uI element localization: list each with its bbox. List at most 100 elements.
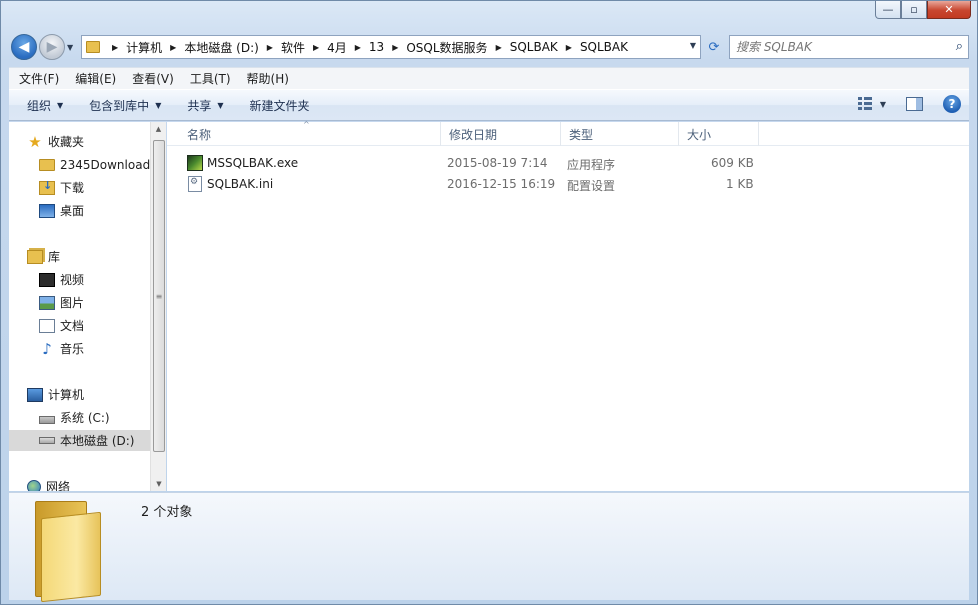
chevron-down-icon: ▼ — [217, 100, 224, 110]
computer-icon — [27, 387, 43, 402]
view-dropdown-icon[interactable]: ▼ — [880, 100, 886, 109]
library-icon — [27, 249, 43, 264]
scrollbar-thumb[interactable]: ≡ — [153, 140, 165, 452]
column-header: ^ 名称 修改日期 类型 大小 — [167, 120, 969, 146]
sidebar-item-network[interactable]: 网络 — [27, 476, 166, 491]
column-type[interactable]: 类型 — [561, 122, 679, 146]
chevron-right-icon[interactable]: ▶ — [355, 43, 361, 52]
help-icon[interactable]: ? — [943, 95, 961, 113]
chevron-right-icon[interactable]: ▶ — [170, 43, 176, 52]
chevron-right-icon[interactable]: ▶ — [112, 43, 118, 52]
ini-file-icon — [188, 176, 202, 192]
command-bar: 组织 ▼ 包含到库中 ▼ 共享 ▼ 新建文件夹 ▼ ? — [9, 89, 969, 121]
desktop-icon — [39, 203, 55, 218]
new-folder-label: 新建文件夹 — [249, 98, 310, 113]
sidebar-item-drive-c[interactable]: 系统 (C:) — [39, 407, 150, 428]
navigation-bar: ◀ ▶ ▼ ▶ 计算机 ▶ 本地磁盘 (D:) ▶ 软件 ▶ 4月 ▶ 13 ▶… — [9, 31, 969, 63]
breadcrumb-item[interactable]: 4月 — [327, 39, 347, 56]
search-input[interactable] — [736, 40, 936, 54]
scroll-up-icon[interactable]: ▲ — [151, 122, 166, 136]
music-icon: ♪ — [42, 339, 52, 358]
file-size: 1 KB — [726, 177, 754, 191]
table-row[interactable]: MSSQLBAK.exe 2015-08-19 7:14 应用程序 609 KB — [179, 154, 769, 174]
column-size[interactable]: 大小 — [679, 122, 759, 146]
scroll-down-icon[interactable]: ▼ — [151, 477, 167, 491]
file-type: 配置设置 — [567, 179, 616, 193]
breadcrumb-item[interactable]: SQLBAK — [510, 40, 558, 54]
maximize-button[interactable]: ▫ — [901, 1, 927, 19]
sidebar-item-music[interactable]: ♪ 音乐 — [39, 338, 150, 359]
sidebar-item-drive-d[interactable]: 本地磁盘 (D:) — [9, 430, 150, 451]
sidebar-item-computer[interactable]: 计算机 — [27, 384, 166, 405]
breadcrumb-item[interactable]: SQLBAK — [580, 40, 628, 54]
menu-help[interactable]: 帮助(H) — [241, 68, 295, 89]
forward-button[interactable]: ▶ — [39, 34, 65, 60]
chevron-down-icon: ▼ — [57, 100, 64, 110]
back-button[interactable]: ◀ — [11, 34, 37, 60]
chevron-right-icon[interactable]: ▶ — [496, 43, 502, 52]
sidebar-item-label: 图片 — [60, 296, 85, 310]
include-in-library-button[interactable]: 包含到库中 ▼ — [79, 94, 171, 117]
search-icon[interactable]: ⌕ — [956, 39, 963, 54]
organize-button[interactable]: 组织 ▼ — [17, 94, 73, 117]
share-button[interactable]: 共享 ▼ — [177, 94, 233, 117]
table-row[interactable]: SQLBAK.ini 2016-12-15 16:19 配置设置 1 KB — [179, 175, 769, 195]
sidebar-item-libraries[interactable]: 库 — [27, 246, 166, 267]
network-icon — [27, 479, 41, 491]
menu-edit[interactable]: 编辑(E) — [69, 68, 122, 89]
item-count: 2 个对象 — [141, 505, 193, 520]
breadcrumb-item[interactable]: OSQL数据服务 — [406, 39, 487, 56]
navigation-pane: ★ 收藏夹 2345Downloads 下载 桌面 库 视频 图片 — [9, 122, 166, 491]
sidebar-item-pictures[interactable]: 图片 — [39, 292, 150, 313]
menu-view[interactable]: 查看(V) — [126, 68, 180, 89]
preview-pane-icon[interactable] — [906, 97, 923, 111]
address-dropdown-icon[interactable]: ▼ — [690, 41, 696, 50]
menu-tools[interactable]: 工具(T) — [184, 68, 237, 89]
file-name[interactable]: MSSQLBAK.exe — [207, 156, 298, 170]
sidebar-item-documents[interactable]: 文档 — [39, 315, 150, 336]
breadcrumb-item[interactable]: 计算机 — [126, 39, 162, 56]
minimize-button[interactable]: — — [875, 1, 901, 19]
chevron-right-icon[interactable]: ▶ — [267, 43, 273, 52]
sidebar-item-desktop[interactable]: 桌面 — [39, 200, 150, 221]
folder-icon — [86, 41, 100, 53]
column-name[interactable]: 名称 — [179, 122, 441, 146]
file-modified: 2015-08-19 7:14 — [447, 156, 548, 170]
breadcrumb-item[interactable]: 本地磁盘 (D:) — [184, 39, 258, 56]
sidebar-item-label: 下载 — [60, 181, 85, 195]
video-icon — [39, 272, 55, 287]
search-box[interactable]: ⌕ — [729, 35, 969, 59]
refresh-icon[interactable]: ⟳ — [704, 35, 724, 59]
sidebar-item-videos[interactable]: 视频 — [39, 269, 150, 290]
file-modified: 2016-12-15 16:19 — [447, 177, 556, 191]
drive-d-icon — [39, 437, 55, 444]
column-date-modified[interactable]: 修改日期 — [441, 122, 561, 146]
chevron-right-icon[interactable]: ▶ — [313, 43, 319, 52]
breadcrumb-item[interactable]: 13 — [369, 40, 384, 54]
exe-icon — [187, 155, 203, 171]
recent-pages-dropdown-icon[interactable]: ▼ — [67, 43, 73, 52]
chevron-right-icon[interactable]: ▶ — [392, 43, 398, 52]
close-button[interactable]: ✕ — [927, 1, 971, 19]
file-name[interactable]: SQLBAK.ini — [207, 177, 273, 191]
new-folder-button[interactable]: 新建文件夹 — [240, 94, 320, 117]
view-options-icon[interactable] — [857, 97, 874, 111]
details-pane: 2 个对象 — [9, 492, 969, 603]
sidebar-item-label: 2345Downloads — [60, 157, 150, 172]
sidebar-item-label: 文档 — [60, 319, 85, 333]
folder-icon — [31, 501, 113, 603]
navigation-scrollbar[interactable]: ▲ ≡ ▼ — [150, 122, 166, 491]
chevron-right-icon[interactable]: ▶ — [566, 43, 572, 52]
sidebar-item-favorites[interactable]: ★ 收藏夹 — [27, 131, 166, 152]
explorer-window: — ▫ ✕ ◀ ▶ ▼ ▶ 计算机 ▶ 本地磁盘 (D:) ▶ 软件 ▶ 4月 … — [0, 0, 978, 605]
sidebar-item-2345downloads[interactable]: 2345Downloads — [39, 154, 150, 175]
breadcrumb-item[interactable]: 软件 — [281, 39, 305, 56]
address-bar[interactable]: ▶ 计算机 ▶ 本地磁盘 (D:) ▶ 软件 ▶ 4月 ▶ 13 ▶ OSQL数… — [81, 35, 701, 59]
menu-bar: 文件(F) 编辑(E) 查看(V) 工具(T) 帮助(H) — [9, 67, 969, 89]
sidebar-item-downloads[interactable]: 下载 — [39, 177, 150, 198]
menu-file[interactable]: 文件(F) — [13, 68, 65, 89]
picture-icon — [39, 295, 55, 310]
sidebar-item-label: 桌面 — [60, 204, 85, 218]
chevron-down-icon: ▼ — [155, 100, 162, 110]
file-size: 609 KB — [711, 156, 754, 170]
